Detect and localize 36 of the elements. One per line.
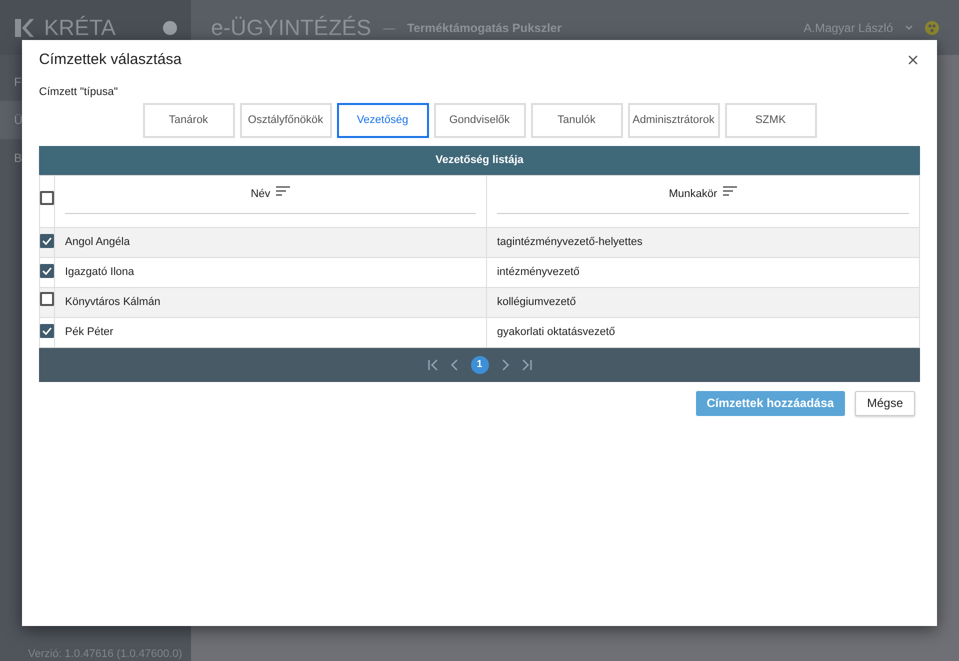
sort-icon[interactable] [723,186,738,196]
checkbox[interactable] [40,234,54,248]
column-header[interactable]: Munkakör [668,186,718,202]
logo-icon [14,18,34,38]
table-cell: Könyvtáros Kálmán [65,296,160,308]
table-title: Vezetőség listája [39,146,920,174]
last-page-icon[interactable] [520,358,532,370]
dialog-title: Címzettek választása [39,50,182,70]
app-logo: KRÉTA [44,14,116,42]
sort-icon[interactable] [276,186,290,196]
table-cell: tagintézményvezető-helyettes [496,236,643,248]
recipient-type-tab[interactable]: Tanulók [530,102,622,138]
recipient-type-tab[interactable]: Tanárok [142,102,234,138]
recipient-type-tab[interactable]: Adminisztrátorok [628,102,720,138]
type-label: Címzett "típusa" [39,85,119,100]
checkbox[interactable] [40,264,54,278]
table-cell: Angol Angéla [65,236,130,248]
title-separator: — [383,20,396,36]
table-cell: kollégiumvezető [496,296,576,308]
previous-page-icon[interactable] [448,358,460,370]
column-header[interactable]: Név [250,186,270,202]
circle-icon[interactable] [163,20,177,34]
table-cell: Pék Péter [65,326,114,338]
checkbox[interactable] [40,191,54,206]
checkbox[interactable] [40,324,54,338]
recipient-type-tab[interactable]: Vezetőség [336,102,428,138]
recipient-type-tab[interactable]: Gondviselők [434,102,526,138]
table-cell: Igazgató Ilona [65,266,134,278]
table-cell: gyakorlati oktatásvezető [496,326,615,338]
recipient-type-tab[interactable]: SZMK [724,102,816,138]
first-page-icon[interactable] [426,358,438,370]
cancel-button[interactable]: Mégse [854,390,915,416]
table-cell: intézményvezető [496,266,580,278]
recipient-type-tab[interactable]: Osztályfőnökök [240,102,332,138]
close-icon[interactable] [908,55,918,65]
checkbox[interactable] [40,292,54,306]
